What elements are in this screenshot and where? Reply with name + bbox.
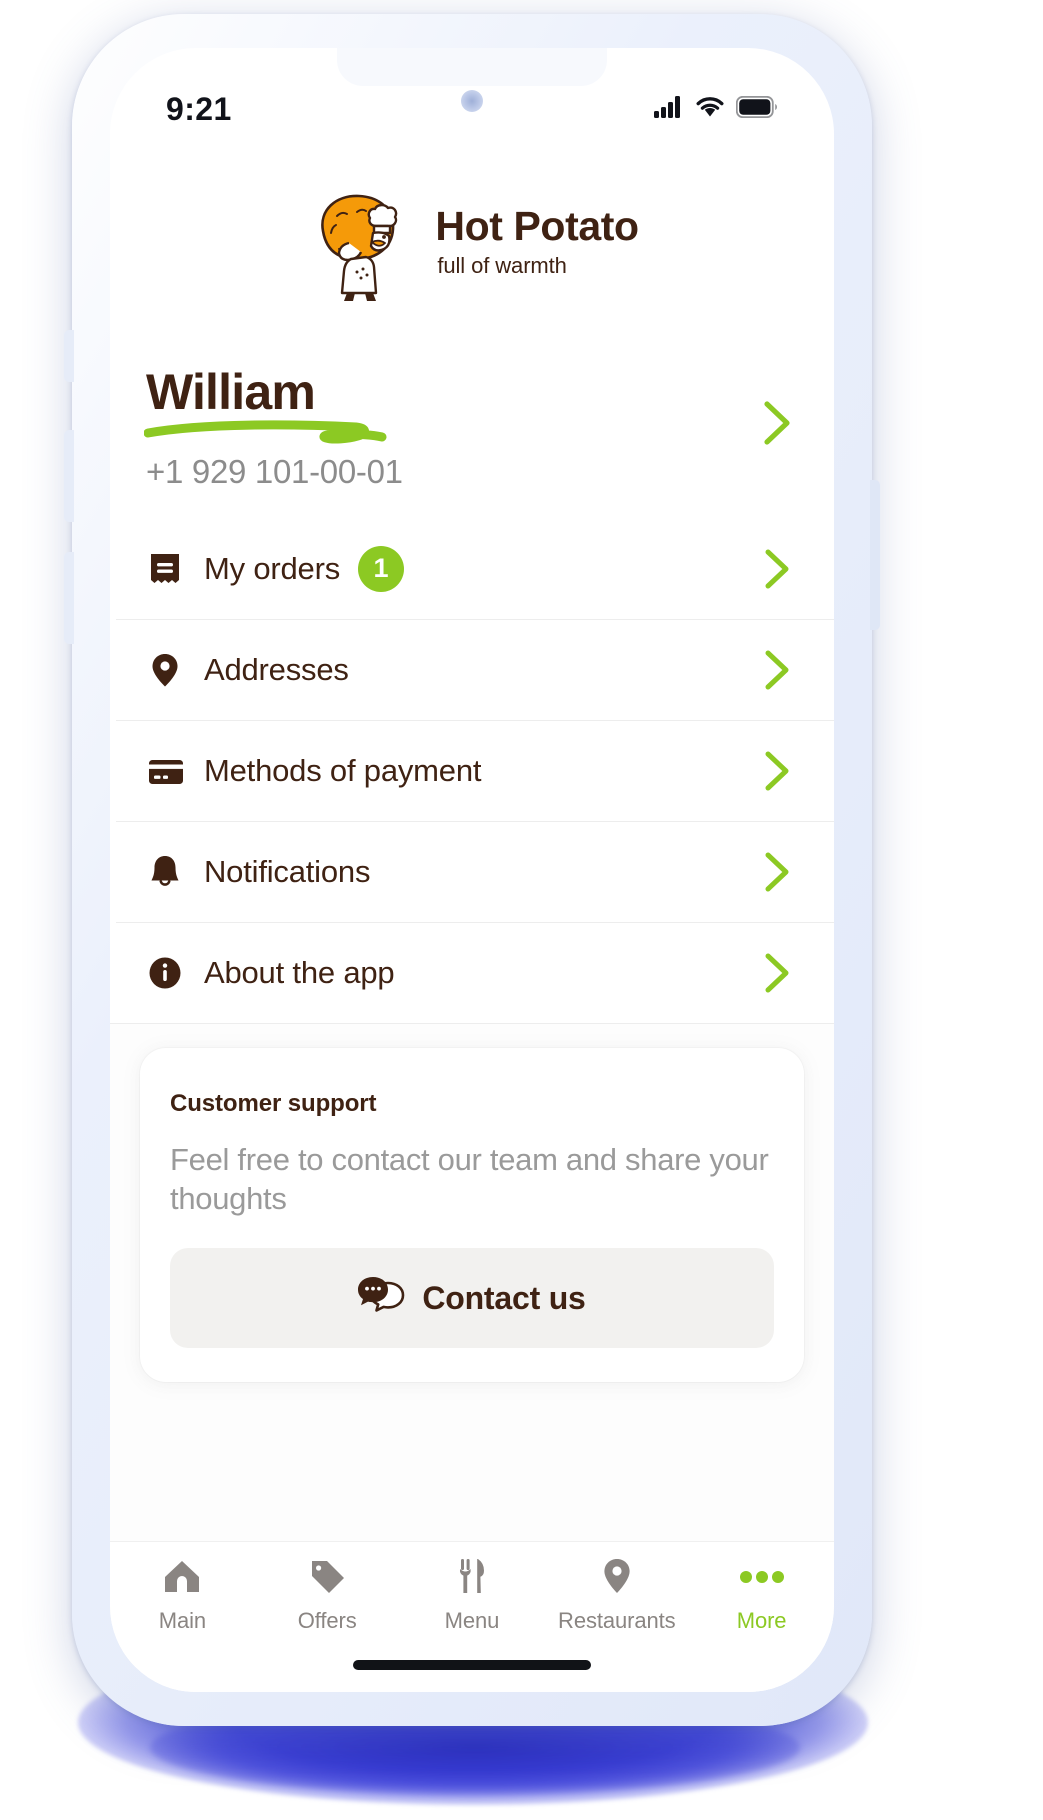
- profile-name: William: [146, 363, 316, 420]
- wifi-icon: [695, 96, 725, 123]
- menu-item-label: About the app: [204, 954, 395, 990]
- fork-knife-icon: [451, 1556, 493, 1598]
- brand-tagline: full of warmth: [437, 252, 567, 278]
- credit-card-icon: [146, 752, 192, 790]
- contact-us-label: Contact us: [422, 1279, 586, 1316]
- menu-item-my-orders[interactable]: My orders 1: [110, 518, 834, 619]
- menu-item-addresses[interactable]: Addresses: [110, 619, 834, 720]
- tab-label: Restaurants: [558, 1608, 676, 1633]
- brand-header: Hot Potato full of warmth: [110, 156, 834, 328]
- profile-phone: +1 929 101-00-01: [146, 452, 403, 490]
- menu-item-label: Notifications: [204, 853, 371, 889]
- location-pin-icon: [146, 651, 192, 689]
- tab-main[interactable]: Main: [110, 1556, 255, 1634]
- support-title: Customer support: [170, 1090, 377, 1117]
- notch: [337, 48, 607, 86]
- phone-screen: 9:21 Hot Potato full of warmth William +…: [110, 48, 834, 1692]
- menu-item-label: Methods of payment: [204, 752, 482, 788]
- scene: 9:21 Hot Potato full of warmth William +…: [0, 0, 1043, 1820]
- bell-icon: [146, 852, 192, 892]
- chevron-right-icon[interactable]: [762, 648, 792, 692]
- volume-up-button[interactable]: [64, 430, 74, 522]
- menu-list: My orders 1 Addresses Methods of payment…: [110, 518, 834, 1023]
- price-tag-icon: [306, 1556, 348, 1598]
- orders-count-badge: 1: [358, 545, 405, 592]
- chevron-right-icon[interactable]: [762, 951, 792, 995]
- home-icon: [161, 1556, 203, 1598]
- customer-support-card: Customer support Feel free to contact ou…: [140, 1048, 804, 1383]
- chef-with-potato-logo: [305, 179, 421, 306]
- menu-item-label: Addresses: [204, 651, 349, 687]
- chevron-right-icon[interactable]: [760, 398, 794, 453]
- tab-restaurants[interactable]: Restaurants: [544, 1556, 689, 1634]
- chat-bubbles-icon: [358, 1275, 406, 1322]
- info-circle-icon: [146, 954, 192, 992]
- location-pin-icon: [596, 1556, 638, 1598]
- chevron-right-icon[interactable]: [762, 749, 792, 793]
- chevron-right-icon[interactable]: [762, 850, 792, 894]
- front-camera-icon: [461, 90, 483, 112]
- tab-offers[interactable]: Offers: [255, 1556, 400, 1634]
- status-icons: [654, 95, 778, 123]
- profile-row[interactable]: William +1 929 101-00-01: [110, 338, 834, 513]
- three-dots-icon: [736, 1556, 788, 1598]
- menu-item-notifications[interactable]: Notifications: [110, 821, 834, 922]
- tab-more[interactable]: More: [689, 1556, 834, 1634]
- brand-text: Hot Potato full of warmth: [435, 203, 639, 279]
- brand-title: Hot Potato: [435, 203, 639, 250]
- tab-label: More: [736, 1608, 787, 1633]
- power-button[interactable]: [870, 480, 880, 630]
- profile-info: William +1 929 101-00-01: [144, 361, 403, 491]
- support-description: Feel free to contact our team and share …: [170, 1142, 769, 1217]
- menu-item-methods-of-payment[interactable]: Methods of payment: [110, 720, 834, 821]
- menu-item-label: My orders: [204, 550, 341, 586]
- mute-switch-button[interactable]: [64, 330, 74, 382]
- tab-label: Main: [158, 1608, 207, 1633]
- home-indicator[interactable]: [353, 1660, 591, 1670]
- chevron-right-icon[interactable]: [762, 547, 792, 591]
- volume-down-button[interactable]: [64, 552, 74, 644]
- battery-icon: [735, 95, 778, 123]
- cellular-signal-icon: [654, 95, 684, 123]
- contact-us-button[interactable]: Contact us: [170, 1248, 774, 1349]
- tab-label: Offers: [297, 1608, 357, 1633]
- tab-label: Menu: [444, 1608, 500, 1633]
- receipt-icon: [146, 550, 192, 588]
- status-time: 9:21: [166, 90, 232, 127]
- menu-item-about-the-app[interactable]: About the app: [110, 922, 834, 1023]
- tab-menu[interactable]: Menu: [400, 1556, 545, 1634]
